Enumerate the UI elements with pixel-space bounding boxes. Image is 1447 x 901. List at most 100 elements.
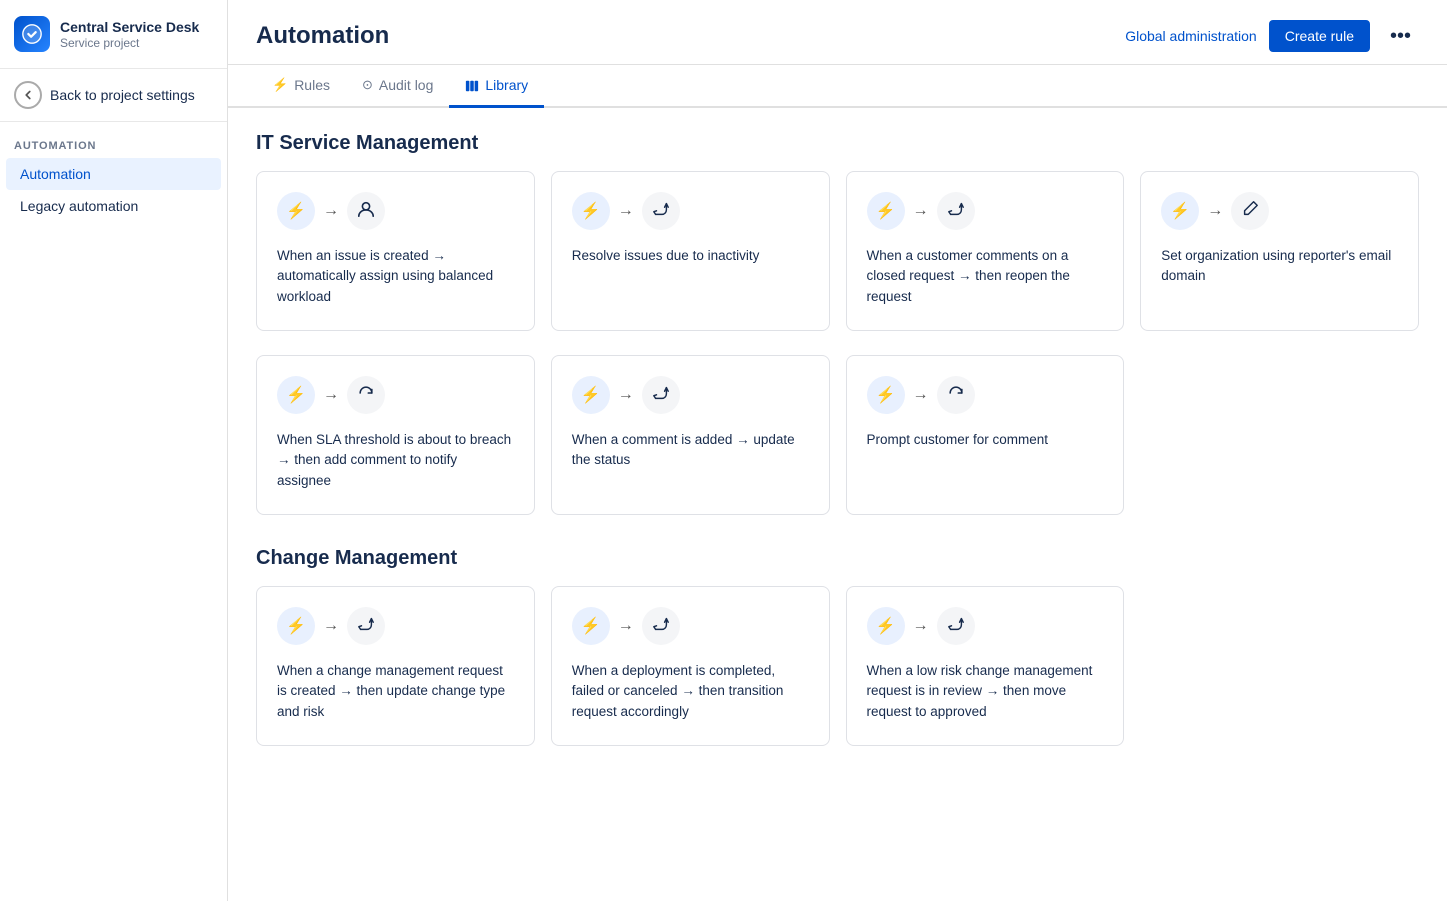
card-text: Resolve issues due to inactivity (572, 246, 809, 266)
card-resolve-inactivity[interactable]: ⚡ → Resolve issues due to inactiv (551, 171, 830, 331)
card-cm-low-risk[interactable]: ⚡ → When a low risk change manage (846, 586, 1125, 746)
tab-library[interactable]: Library (449, 65, 544, 108)
transition-icon (357, 615, 375, 638)
itsm-row-1: ⚡ → When an issue is created → automatic… (256, 171, 1419, 331)
action-icon-circle (642, 376, 680, 414)
project-info: Central Service Desk Service project (60, 18, 199, 50)
card-text: Prompt customer for comment (867, 430, 1104, 450)
page-title: Automation (256, 22, 389, 50)
action-icon-circle (347, 607, 385, 645)
arrow-icon: → (618, 202, 634, 220)
sidebar-item-automation[interactable]: Automation (6, 158, 221, 190)
action-icon-circle (1231, 192, 1269, 230)
card-comment-status[interactable]: ⚡ → When a comment is added → upd (551, 355, 830, 515)
refresh-icon (947, 384, 965, 407)
arrow-icon: → (323, 386, 339, 404)
lightning-icon: ⚡ (581, 201, 601, 221)
lightning-icon: ⚡ (876, 385, 896, 405)
lightning-icon: ⚡ (581, 385, 601, 405)
transition-icon (652, 615, 670, 638)
card-text: When an issue is created → automatically… (277, 246, 514, 307)
global-administration-link[interactable]: Global administration (1125, 28, 1257, 44)
reopen-icon (652, 200, 670, 223)
main-content: Automation Global administration Create … (228, 0, 1447, 901)
tab-audit-log-label: Audit log (379, 77, 433, 93)
lightning-icon: ⚡ (1170, 201, 1190, 221)
transition-icon (947, 615, 965, 638)
arrow-icon: → (913, 386, 929, 404)
sidebar-item-legacy-automation[interactable]: Legacy automation (6, 190, 221, 222)
arrow-icon: → (618, 617, 634, 635)
project-name: Central Service Desk (60, 18, 199, 36)
card-icons: ⚡ → (572, 607, 809, 645)
card-prompt-customer[interactable]: ⚡ → Prompt customer for comment (846, 355, 1125, 515)
trigger-icon-circle: ⚡ (867, 192, 905, 230)
automation-section-label: AUTOMATION (0, 122, 227, 158)
card-cm-created[interactable]: ⚡ → When a change management requ (256, 586, 535, 746)
more-icon: ••• (1390, 25, 1411, 47)
lightning-icon: ⚡ (581, 616, 601, 636)
arrow-icon: → (913, 617, 929, 635)
card-icons: ⚡ → (1161, 192, 1398, 230)
back-label: Back to project settings (50, 87, 195, 103)
rules-icon: ⚡ (272, 77, 288, 93)
back-to-settings-button[interactable]: Back to project settings (0, 69, 227, 122)
library-content: IT Service Management ⚡ → (228, 108, 1447, 794)
arrow-icon: → (913, 202, 929, 220)
card-icons: ⚡ → (277, 376, 514, 414)
action-icon-circle (937, 376, 975, 414)
action-icon-circle (642, 607, 680, 645)
back-icon (14, 81, 42, 109)
lightning-icon: ⚡ (286, 385, 306, 405)
action-icon-circle (937, 192, 975, 230)
action-icon-circle (347, 376, 385, 414)
trigger-icon-circle: ⚡ (277, 192, 315, 230)
header-actions: Global administration Create rule ••• (1125, 20, 1419, 52)
card-auto-assign[interactable]: ⚡ → When an issue is created → automatic… (256, 171, 535, 331)
action-icon-circle (642, 192, 680, 230)
transition-icon (652, 384, 670, 407)
tab-audit-log[interactable]: ⊙ Audit log (346, 65, 449, 108)
lightning-icon: ⚡ (286, 616, 306, 636)
more-options-button[interactable]: ••• (1382, 21, 1419, 52)
refresh-icon (357, 384, 375, 407)
tab-rules-label: Rules (294, 77, 330, 93)
card-text: Set organization using reporter's email … (1161, 246, 1398, 287)
sidebar-item-automation-label: Automation (20, 166, 91, 182)
trigger-icon-circle: ⚡ (277, 607, 315, 645)
page-header: Automation Global administration Create … (228, 0, 1447, 65)
lightning-icon: ⚡ (286, 201, 306, 221)
sidebar-header: Central Service Desk Service project (0, 0, 227, 69)
card-text: When a low risk change management reques… (867, 661, 1104, 722)
trigger-icon-circle: ⚡ (867, 607, 905, 645)
card-sla-breach[interactable]: ⚡ → When SLA threshold is about to breac… (256, 355, 535, 515)
card-reopen-request[interactable]: ⚡ → When a customer comments on a (846, 171, 1125, 331)
card-icons: ⚡ → (277, 192, 514, 230)
lightning-icon: ⚡ (876, 201, 896, 221)
arrow-icon: → (323, 202, 339, 220)
tab-rules[interactable]: ⚡ Rules (256, 65, 346, 108)
action-icon-circle (347, 192, 385, 230)
lightning-icon: ⚡ (876, 616, 896, 636)
arrow-icon: → (323, 617, 339, 635)
sidebar: Central Service Desk Service project Bac… (0, 0, 228, 901)
action-icon-circle (937, 607, 975, 645)
card-text: When a comment is added → update the sta… (572, 430, 809, 471)
card-icons: ⚡ → (572, 376, 809, 414)
card-cm-deployment[interactable]: ⚡ → When a deployment is complete (551, 586, 830, 746)
card-icons: ⚡ → (572, 192, 809, 230)
reopen-icon (947, 200, 965, 223)
sidebar-item-legacy-label: Legacy automation (20, 198, 138, 214)
audit-log-icon: ⊙ (362, 77, 373, 93)
trigger-icon-circle: ⚡ (572, 607, 610, 645)
card-text: When a change management request is crea… (277, 661, 514, 722)
library-icon (465, 77, 479, 93)
project-type: Service project (60, 36, 199, 50)
person-icon (357, 200, 375, 223)
card-set-organization[interactable]: ⚡ → Set organization using reporter's em… (1140, 171, 1419, 331)
arrow-icon: → (1207, 202, 1223, 220)
trigger-icon-circle: ⚡ (277, 376, 315, 414)
create-rule-button[interactable]: Create rule (1269, 20, 1370, 52)
card-icons: ⚡ → (277, 607, 514, 645)
card-icons: ⚡ → (867, 192, 1104, 230)
